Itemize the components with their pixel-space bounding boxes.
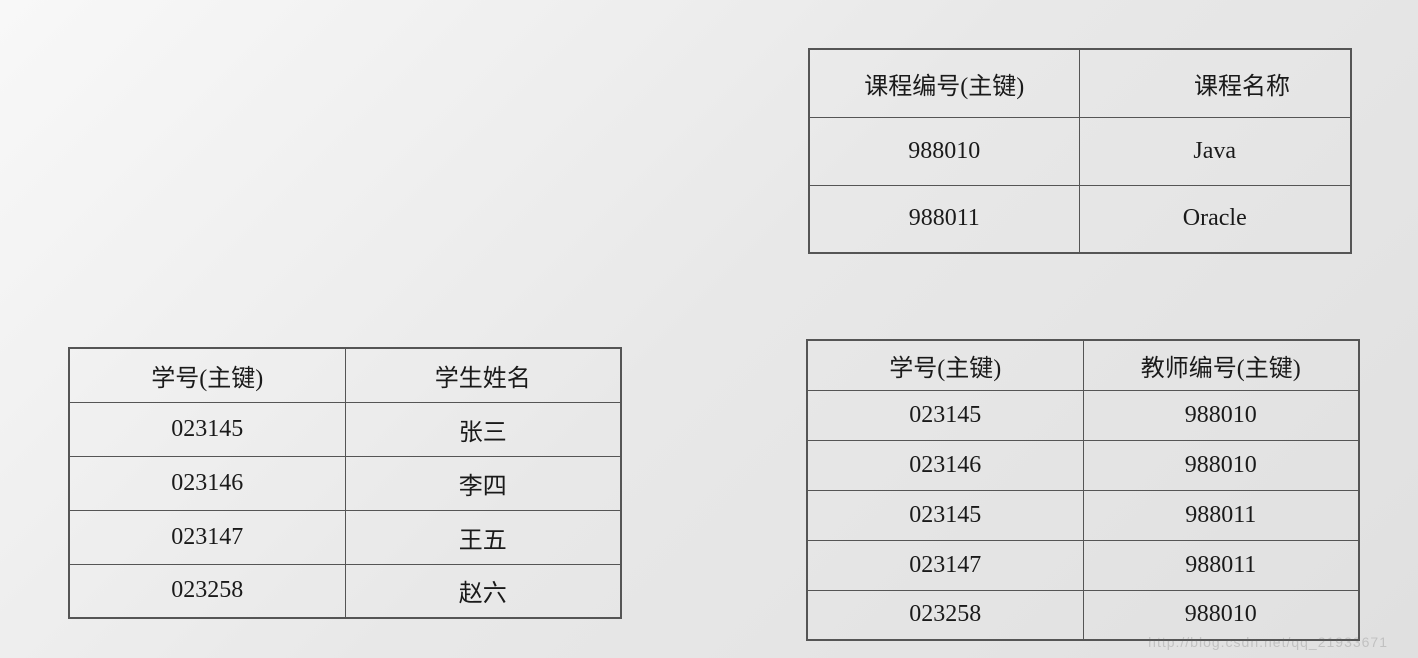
enrollment-table: 学号(主键) 教师编号(主键) 023145 988010 023146 988… [806, 339, 1360, 641]
cell-student-id: 023146 [807, 440, 1083, 490]
table-header-row: 课程编号(主键) 课程名称 [809, 49, 1351, 117]
table-row: 023258 988010 [807, 590, 1359, 640]
header-student-id: 学号(主键) [807, 340, 1083, 390]
cell-course-name: Java [1079, 117, 1351, 185]
table-row: 023145 张三 [69, 402, 621, 456]
table-row: 988011 Oracle [809, 185, 1351, 253]
cell-student-id: 023147 [807, 540, 1083, 590]
cell-teacher-id: 988011 [1083, 540, 1359, 590]
cell-course-id: 988010 [809, 117, 1079, 185]
courses-table: 课程编号(主键) 课程名称 988010 Java 988011 Oracle [808, 48, 1352, 254]
cell-teacher-id: 988010 [1083, 440, 1359, 490]
cell-student-id: 023145 [69, 402, 345, 456]
header-student-id: 学号(主键) [69, 348, 345, 402]
cell-student-id: 023258 [807, 590, 1083, 640]
header-course-id: 课程编号(主键) [809, 49, 1079, 117]
cell-student-name: 赵六 [345, 564, 621, 618]
table-row: 023146 李四 [69, 456, 621, 510]
table-row: 023258 赵六 [69, 564, 621, 618]
table-header-row: 学号(主键) 学生姓名 [69, 348, 621, 402]
cell-course-name: Oracle [1079, 185, 1351, 253]
table-header-row: 学号(主键) 教师编号(主键) [807, 340, 1359, 390]
table-row: 023145 988011 [807, 490, 1359, 540]
cell-student-name: 王五 [345, 510, 621, 564]
cell-student-id: 023145 [807, 490, 1083, 540]
cell-teacher-id: 988011 [1083, 490, 1359, 540]
header-teacher-id: 教师编号(主键) [1083, 340, 1359, 390]
table-row: 023145 988010 [807, 390, 1359, 440]
table-row: 988010 Java [809, 117, 1351, 185]
cell-student-id: 023147 [69, 510, 345, 564]
cell-student-id: 023145 [807, 390, 1083, 440]
cell-student-id: 023258 [69, 564, 345, 618]
table-row: 023146 988010 [807, 440, 1359, 490]
students-table: 学号(主键) 学生姓名 023145 张三 023146 李四 023147 王… [68, 347, 622, 619]
table-row: 023147 988011 [807, 540, 1359, 590]
cell-course-id: 988011 [809, 185, 1079, 253]
cell-student-id: 023146 [69, 456, 345, 510]
cell-student-name: 张三 [345, 402, 621, 456]
cell-student-name: 李四 [345, 456, 621, 510]
cell-teacher-id: 988010 [1083, 390, 1359, 440]
header-student-name: 学生姓名 [345, 348, 621, 402]
cell-teacher-id: 988010 [1083, 590, 1359, 640]
header-course-name: 课程名称 [1079, 49, 1351, 117]
watermark-text: http://blog.csdn.net/qq_21933671 [1148, 634, 1388, 650]
table-row: 023147 王五 [69, 510, 621, 564]
